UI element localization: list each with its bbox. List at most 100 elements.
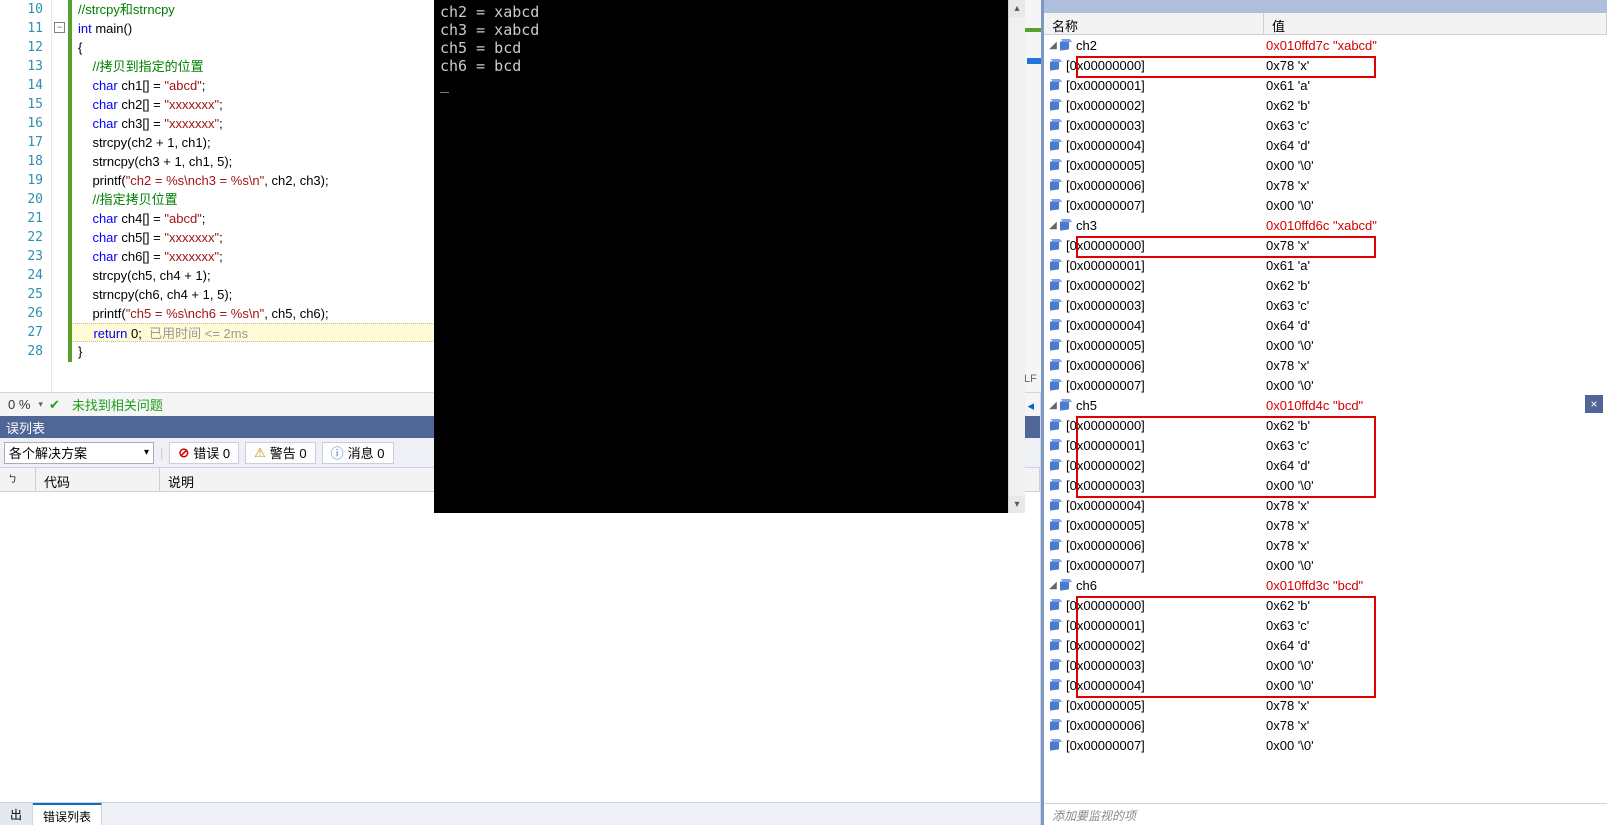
console-output[interactable]: ch2 = xabcd ch3 = xabcd ch5 = bcd ch6 = … bbox=[434, 0, 1008, 513]
watch-element-row[interactable]: [0x00000001]0x63 'c' bbox=[1044, 615, 1607, 635]
watch-value: 0x78 'x' bbox=[1264, 58, 1607, 73]
fold-column[interactable]: − bbox=[52, 0, 68, 392]
scroll-up-icon[interactable]: ▴ bbox=[1009, 0, 1025, 17]
messages-filter-button[interactable]: ⓘ 消息 0 bbox=[322, 442, 394, 464]
watch-element-row[interactable]: [0x00000000]0x78 'x' bbox=[1044, 235, 1607, 255]
scroll-mark-icon bbox=[1027, 58, 1041, 64]
watch-element-row[interactable]: [0x00000006]0x78 'x' bbox=[1044, 355, 1607, 375]
watch-value: 0x78 'x' bbox=[1264, 538, 1607, 553]
expand-icon[interactable]: ◢ bbox=[1048, 40, 1058, 51]
watch-element-row[interactable]: [0x00000004]0x78 'x' bbox=[1044, 495, 1607, 515]
scope-label: 各个解决方案 bbox=[9, 443, 87, 462]
watch-element-row[interactable]: [0x00000003]0x00 '\0' bbox=[1044, 475, 1607, 495]
watch-element-row[interactable]: [0x00000001]0x61 'a' bbox=[1044, 75, 1607, 95]
watch-name: [0x00000000] bbox=[1066, 598, 1145, 613]
watch-element-row[interactable]: [0x00000007]0x00 '\0' bbox=[1044, 195, 1607, 215]
expand-icon[interactable]: ◢ bbox=[1048, 220, 1058, 231]
watch-element-row[interactable]: [0x00000004]0x64 'd' bbox=[1044, 135, 1607, 155]
watch-element-row[interactable]: [0x00000000]0x62 'b' bbox=[1044, 595, 1607, 615]
watch-element-row[interactable]: [0x00000002]0x64 'd' bbox=[1044, 455, 1607, 475]
col-icon[interactable]: ㄅ bbox=[0, 468, 36, 491]
watch-name: [0x00000007] bbox=[1066, 738, 1145, 753]
watch-value: 0x010ffd6c "xabcd" bbox=[1264, 218, 1607, 233]
watch-element-row[interactable]: [0x00000002]0x64 'd' bbox=[1044, 635, 1607, 655]
watch-name: [0x00000007] bbox=[1066, 558, 1145, 573]
watch-element-row[interactable]: [0x00000004]0x64 'd' bbox=[1044, 315, 1607, 335]
fold-toggle-icon[interactable]: − bbox=[54, 22, 65, 33]
variable-icon bbox=[1058, 39, 1072, 51]
variable-icon bbox=[1048, 279, 1062, 291]
line-number: 12 bbox=[0, 38, 51, 57]
tab-error-list[interactable]: 错误列表 bbox=[33, 803, 102, 825]
watch-element-row[interactable]: [0x00000001]0x63 'c' bbox=[1044, 435, 1607, 455]
watch-value: 0x63 'c' bbox=[1264, 618, 1607, 633]
watch-element-row[interactable]: [0x00000002]0x62 'b' bbox=[1044, 275, 1607, 295]
console-scrollbar[interactable]: ▴ ▾ bbox=[1008, 0, 1025, 513]
watch-name: [0x00000006] bbox=[1066, 718, 1145, 733]
variable-icon bbox=[1048, 439, 1062, 451]
watch-value: 0x00 '\0' bbox=[1264, 158, 1607, 173]
watch-element-row[interactable]: [0x00000006]0x78 'x' bbox=[1044, 715, 1607, 735]
watch-titlebar[interactable] bbox=[1044, 0, 1607, 13]
watch-name: [0x00000005] bbox=[1066, 698, 1145, 713]
watch-value: 0x00 '\0' bbox=[1264, 338, 1607, 353]
watch-element-row[interactable]: [0x00000007]0x00 '\0' bbox=[1044, 375, 1607, 395]
line-number: 14 bbox=[0, 76, 51, 95]
errors-filter-button[interactable]: ⊘ 错误 0 bbox=[169, 442, 239, 464]
watch-value: 0x00 '\0' bbox=[1264, 678, 1607, 693]
editor-scrollbar[interactable] bbox=[1023, 0, 1041, 392]
scroll-down-icon[interactable]: ▾ bbox=[1009, 496, 1025, 513]
variable-icon bbox=[1048, 199, 1062, 211]
dropdown-icon[interactable]: ▾ bbox=[38, 399, 49, 410]
watch-variable-row[interactable]: ◢ch30x010ffd6c "xabcd" bbox=[1044, 215, 1607, 235]
watch-name: [0x00000003] bbox=[1066, 118, 1145, 133]
line-number: 17 bbox=[0, 133, 51, 152]
error-list-body[interactable] bbox=[0, 492, 1040, 802]
watch-element-row[interactable]: [0x00000003]0x00 '\0' bbox=[1044, 655, 1607, 675]
warnings-filter-button[interactable]: ⚠ 警告 0 bbox=[245, 442, 316, 464]
watch-body[interactable]: ◢ch20x010ffd7c "xabcd" [0x00000000] 0x78 '… bbox=[1044, 35, 1607, 755]
watch-element-row[interactable]: [0x00000005] 0x00 '\0' bbox=[1044, 155, 1607, 175]
watch-variable-row[interactable]: ◢ch60x010ffd3c "bcd" bbox=[1044, 575, 1607, 595]
watch-element-row[interactable]: [0x00000005]0x78 'x' bbox=[1044, 515, 1607, 535]
watch-element-row[interactable]: [0x00000003]0x63 'c' bbox=[1044, 295, 1607, 315]
line-number: 25 bbox=[0, 285, 51, 304]
watch-element-row[interactable]: [0x00000000]0x62 'b' bbox=[1044, 415, 1607, 435]
watch-name: [0x00000000] bbox=[1066, 58, 1145, 73]
line-number: 13 bbox=[0, 57, 51, 76]
watch-name: [0x00000001] bbox=[1066, 78, 1145, 93]
variable-icon bbox=[1048, 259, 1062, 271]
variable-icon bbox=[1048, 739, 1062, 751]
watch-element-row[interactable]: [0x00000004] 0x00 '\0' bbox=[1044, 675, 1607, 695]
col-code[interactable]: 代码 bbox=[36, 468, 160, 491]
watch-element-row[interactable]: [0x00000000] 0x78 'x' bbox=[1044, 55, 1607, 75]
watch-variable-row[interactable]: ◢ch20x010ffd7c "xabcd" bbox=[1044, 35, 1607, 55]
watch-element-row[interactable]: [0x00000006]0x78 'x' bbox=[1044, 175, 1607, 195]
variable-icon bbox=[1048, 499, 1062, 511]
col-name[interactable]: 名称 bbox=[1044, 13, 1264, 34]
watch-value: 0x00 '\0' bbox=[1264, 198, 1607, 213]
watch-element-row[interactable]: [0x00000003]0x63 'c' bbox=[1044, 115, 1607, 135]
watch-value: 0x64 'd' bbox=[1264, 138, 1607, 153]
close-icon[interactable]: × bbox=[1585, 395, 1603, 413]
watch-element-row[interactable]: [0x00000005]0x00 '\0' bbox=[1044, 335, 1607, 355]
col-value[interactable]: 值 bbox=[1264, 13, 1607, 34]
watch-element-row[interactable]: [0x00000001]0x61 'a' bbox=[1044, 255, 1607, 275]
watch-element-row[interactable]: [0x00000006]0x78 'x' bbox=[1044, 535, 1607, 555]
watch-element-row[interactable]: [0x00000002]0x62 'b' bbox=[1044, 95, 1607, 115]
watch-value: 0x62 'b' bbox=[1264, 418, 1607, 433]
zoom-level[interactable]: 0 % bbox=[0, 397, 38, 412]
watch-element-row[interactable]: [0x00000007]0x00 '\0' bbox=[1044, 735, 1607, 755]
expand-icon[interactable]: ◢ bbox=[1048, 400, 1058, 411]
watch-name: [0x00000007] bbox=[1066, 378, 1145, 393]
watch-add-item[interactable]: 添加要监视的项 bbox=[1044, 803, 1607, 825]
watch-value: 0x78 'x' bbox=[1264, 358, 1607, 373]
tab-output[interactable]: 出 bbox=[0, 803, 33, 825]
scope-combo[interactable]: 各个解决方案 ▾ bbox=[4, 442, 154, 464]
watch-variable-row[interactable]: ◢ch50x010ffd4c "bcd" bbox=[1044, 395, 1607, 415]
expand-icon[interactable]: ◢ bbox=[1048, 580, 1058, 591]
watch-name: [0x00000004] bbox=[1066, 678, 1145, 693]
watch-name: [0x00000005] bbox=[1066, 158, 1145, 173]
watch-element-row[interactable]: [0x00000007]0x00 '\0' bbox=[1044, 555, 1607, 575]
watch-element-row[interactable]: [0x00000005]0x78 'x' bbox=[1044, 695, 1607, 715]
